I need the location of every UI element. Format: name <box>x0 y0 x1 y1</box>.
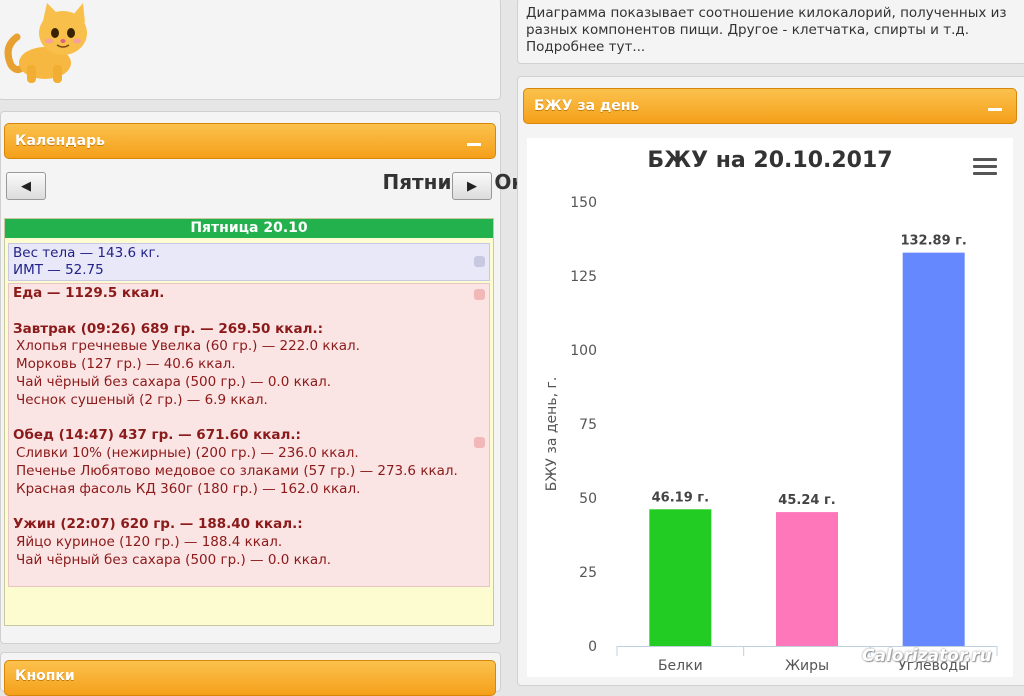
hand-icon[interactable] <box>474 289 485 300</box>
bar <box>649 509 712 646</box>
meal-title: Ужин (22:07) 620 гр. — 188.40 ккал.: <box>13 516 303 533</box>
day-diary: Пятница 20.10 Вес тела — 143.6 кг. ИМТ —… <box>4 218 494 626</box>
food-item: Сливки 10% (нежирные) (200 гр.) — 236.0 … <box>16 445 359 462</box>
day-label: Пятница 20.10 <box>5 219 493 238</box>
description-more-link[interactable]: Подробнее тут... <box>526 39 1007 56</box>
y-tick-label: 125 <box>570 269 597 285</box>
x-tick-label: Жиры <box>785 658 829 674</box>
cat-mascot-icon <box>4 3 87 83</box>
meal-title: Обед (14:47) 437 гр. — 671.60 ккал.: <box>13 427 301 444</box>
y-tick-label: 25 <box>579 565 597 581</box>
collapse-icon[interactable] <box>467 143 481 146</box>
bju-chart: БЖУ на 20.10.2017 0 25 50 75 100 125 150 БЖУ за… <box>527 138 1013 677</box>
watermark: Calorizator.ru <box>862 646 992 666</box>
y-tick-label: 50 <box>579 491 597 507</box>
next-arrow-icon: ▶ <box>467 178 477 194</box>
calendar-header-label: Календарь <box>15 133 105 149</box>
body-stats-box: Вес тела — 143.6 кг. ИМТ — 52.75 <box>8 243 490 281</box>
food-item: Хлопья гречневые Увелка (60 гр.) — 222.0… <box>16 338 360 355</box>
y-tick-label: 100 <box>570 343 597 359</box>
food-item: Чеснок сушеный (2 гр.) — 6.9 ккал. <box>16 391 268 408</box>
data-label: 132.89 г. <box>900 234 966 249</box>
buttons-header-label: Кнопки <box>15 668 75 684</box>
chart-plot: 0 25 50 75 100 125 150 БЖУ за день, г. 46.19 г. Б… <box>544 195 998 674</box>
y-tick-label: 0 <box>588 639 597 655</box>
scale-icon[interactable] <box>474 256 485 267</box>
chart-description-panel: Диаграмма показывает соотношение килокал… <box>517 0 1024 64</box>
next-day-button[interactable]: ▶ <box>452 172 492 200</box>
food-item: Чай чёрный без сахара (500 гр.) — 0.0 кк… <box>16 373 332 390</box>
x-tick-label: Белки <box>658 658 703 674</box>
collapse-icon[interactable] <box>988 108 1002 111</box>
top-left-panel <box>0 0 501 100</box>
food-item: Красная фасоль КД 360г (180 гр.) — 162.0… <box>16 480 361 497</box>
weight-line: Вес тела — 143.6 кг. <box>13 245 160 261</box>
bju-header[interactable]: БЖУ за день <box>523 88 1017 124</box>
bar <box>776 512 838 646</box>
prev-arrow-icon: ◀ <box>21 178 31 194</box>
description-line: разных компонентов пищи. Другое - клетча… <box>526 22 970 38</box>
bju-header-label: БЖУ за день <box>534 98 640 114</box>
meal-title: Завтрак (09:26) 689 гр. — 269.50 ккал.: <box>13 320 323 337</box>
y-axis-label: БЖУ за день, г. <box>544 377 560 492</box>
food-item: Печенье Любятово медовое со злаками (57 … <box>16 462 458 479</box>
data-label: 45.24 г. <box>778 493 835 508</box>
food-item: Яйцо куриное (120 гр.) — 188.4 ккал. <box>16 534 283 551</box>
description-line: Диаграмма показывает соотношение килокал… <box>526 5 1007 21</box>
data-label: 46.19 г. <box>652 490 709 505</box>
bar <box>902 252 965 646</box>
prev-day-button[interactable]: ◀ <box>6 172 46 200</box>
food-log: Еда — 1129.5 ккал. Завтрак (09:26) 689 г… <box>8 283 490 587</box>
food-total: Еда — 1129.5 ккал. <box>13 285 165 301</box>
y-tick-label: 75 <box>579 417 597 433</box>
food-item: Морковь (127 гр.) — 40.6 ккал. <box>16 356 236 373</box>
calendar-header[interactable]: Календарь <box>4 123 496 159</box>
buttons-header[interactable]: Кнопки <box>4 660 496 696</box>
food-item: Чай чёрный без сахара (500 гр.) — 0.0 кк… <box>16 551 332 568</box>
bmi-line: ИМТ — 52.75 <box>13 262 104 278</box>
hand-icon[interactable] <box>474 437 485 448</box>
y-tick-label: 150 <box>570 195 597 211</box>
